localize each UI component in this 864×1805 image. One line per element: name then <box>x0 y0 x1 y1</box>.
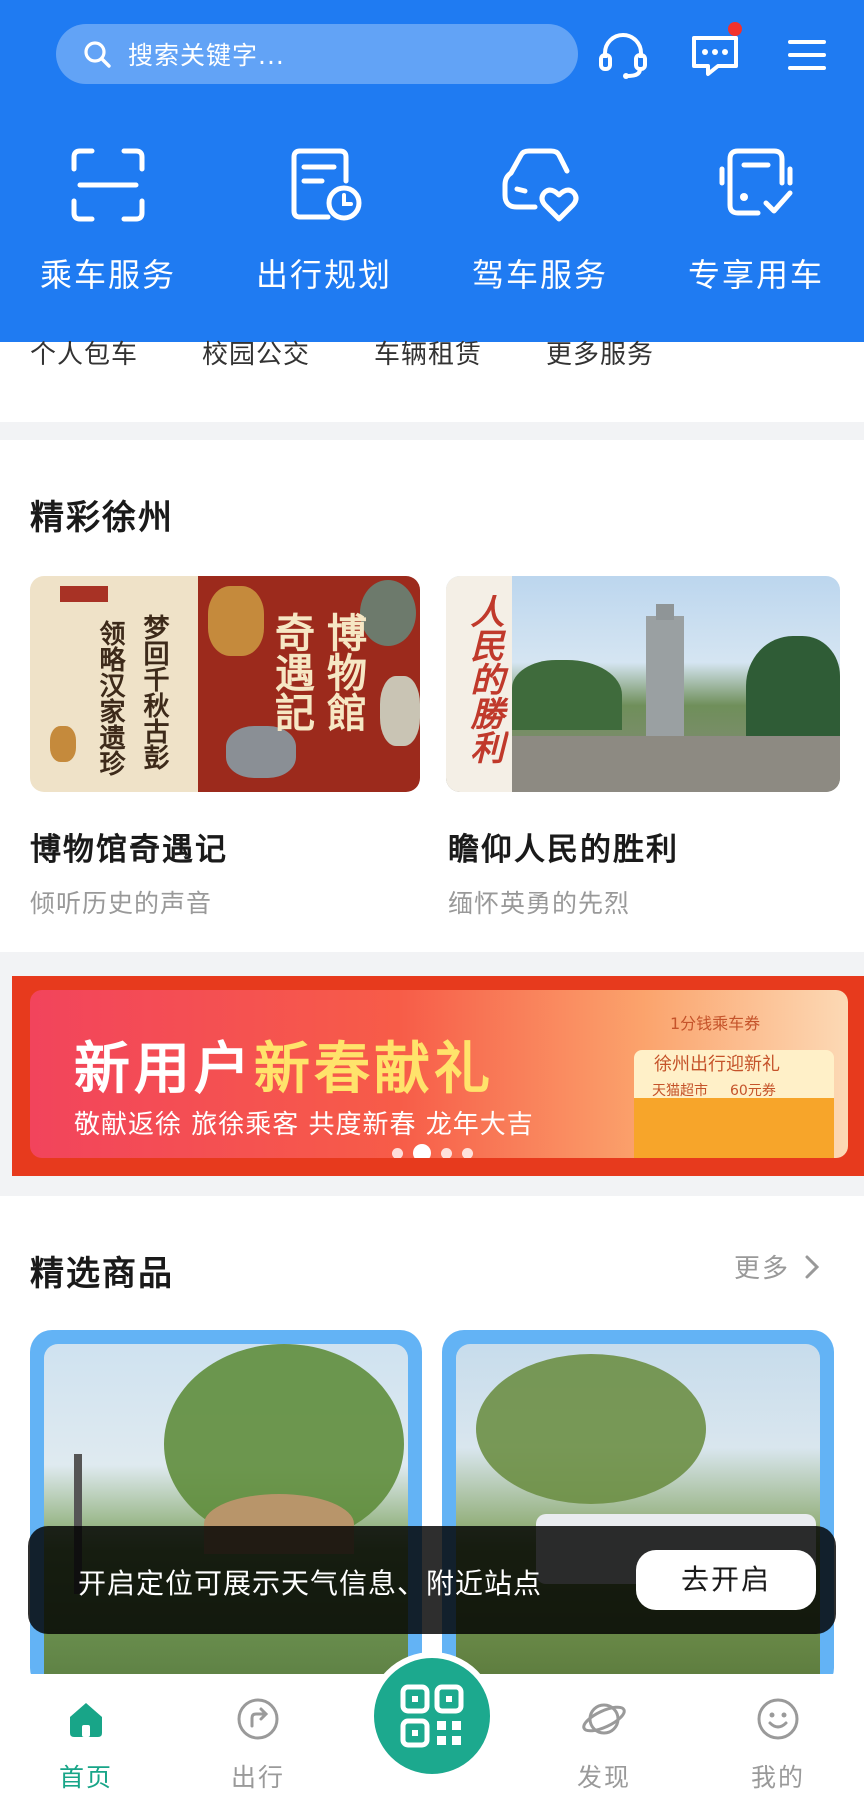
service-exclusive-label: 专享用车 <box>687 256 824 294</box>
sub-service-more[interactable]: 更多服务 <box>546 342 654 368</box>
sub-service-rental[interactable]: 车辆租赁 <box>374 342 482 368</box>
toast-message: 开启定位可展示天气信息、附近站点 <box>78 1567 543 1600</box>
stairs <box>512 736 840 792</box>
carousel-dot-active[interactable] <box>413 1144 431 1158</box>
product-card[interactable] <box>30 1330 422 1690</box>
products-more-label: 更多 <box>734 1254 791 1284</box>
coupon-line-3: 天猫超市 <box>652 1083 708 1099</box>
menu-button[interactable] <box>778 26 836 84</box>
service-ride-label: 乘车服务 <box>39 256 176 294</box>
message-icon <box>692 36 738 76</box>
museum-title-2: 奇遇記 <box>268 612 315 732</box>
stamp-label <box>60 586 108 602</box>
carousel-dot[interactable] <box>462 1147 473 1158</box>
service-ride[interactable]: 乘车服务 <box>0 140 216 296</box>
products-more-link[interactable]: 更多 <box>734 1248 820 1285</box>
headset-icon <box>599 33 647 79</box>
scan-icon <box>71 148 145 222</box>
header: 搜索关键字... 乘车服务 出行规划 驾车服务 专享用车 <box>0 0 864 342</box>
monument-card-image[interactable]: 人民的勝利 <box>446 576 840 792</box>
museum-caption-2: 领略汉家遗珍 <box>95 620 125 776</box>
coupon-line-4: 60元券 <box>730 1083 776 1099</box>
banner-headline: 新用户新春献礼 <box>74 1024 494 1105</box>
smile-icon <box>757 1698 799 1740</box>
planet-icon <box>582 1703 626 1735</box>
museum-card-image[interactable]: 梦回千秋古彭 领略汉家遗珍 博物館 奇遇記 <box>30 576 420 792</box>
monument-top <box>656 604 674 620</box>
tab-mine-label: 我的 <box>750 1763 805 1792</box>
qr-code-button[interactable] <box>368 1652 496 1780</box>
service-exclusive[interactable]: 专享用车 <box>648 140 864 296</box>
promo-banner-highlight: 新用户新春献礼 敬献返徐 旅徐乘客 共度新春 龙年大吉 1分钱乘车券 徐州出行迎… <box>12 976 864 1176</box>
banner-subline: 敬献返徐 旅徐乘客 共度新春 龙年大吉 <box>74 1110 534 1140</box>
customer-service-button[interactable] <box>594 26 652 84</box>
enable-location-button[interactable]: 去开启 <box>636 1550 816 1610</box>
service-grid: 乘车服务 出行规划 驾车服务 专享用车 <box>0 140 864 300</box>
silver-vessel <box>226 726 296 778</box>
sub-service-campus-bus[interactable]: 校园公交 <box>202 342 310 368</box>
product-card[interactable] <box>442 1330 834 1690</box>
product-image <box>456 1344 820 1690</box>
car-heart-icon <box>502 148 579 222</box>
coupon-line-2: 徐州出行迎新礼 <box>654 1054 780 1075</box>
tab-home-label: 首页 <box>58 1763 113 1792</box>
unread-dot <box>728 22 742 36</box>
tab-travel[interactable]: 出行 <box>198 1674 318 1794</box>
tab-discover[interactable]: 发现 <box>544 1674 664 1794</box>
tab-home[interactable]: 首页 <box>26 1674 146 1794</box>
service-plan[interactable]: 出行规划 <box>216 140 432 296</box>
tree-left <box>512 660 622 730</box>
artifact-figure <box>208 586 264 656</box>
promo-banner[interactable]: 新用户新春献礼 敬献返徐 旅徐乘客 共度新春 龙年大吉 1分钱乘车券 徐州出行迎… <box>30 990 848 1158</box>
product-image <box>44 1344 408 1690</box>
route-icon <box>237 1698 279 1740</box>
coupon-line-1: 1分钱乘车券 <box>670 1014 761 1033</box>
highlights-section: 精彩徐州 梦回千秋古彭 领略汉家遗珍 博物館 奇遇記 博物馆奇遇记 倾听历史的声… <box>0 440 864 952</box>
search-placeholder: 搜索关键字... <box>128 41 285 70</box>
tree-right <box>746 636 840 736</box>
museum-title-1: 博物館 <box>320 612 367 732</box>
search-icon <box>84 41 111 68</box>
carousel-dot[interactable] <box>441 1147 452 1158</box>
monument-card-subtitle: 缅怀英勇的先烈 <box>448 889 631 918</box>
museum-caption-1: 梦回千秋古彭 <box>139 614 169 770</box>
messages-button[interactable] <box>686 22 744 84</box>
carousel-dots <box>392 1144 473 1158</box>
monument-card-title[interactable]: 瞻仰人民的胜利 <box>448 824 679 869</box>
products-title: 精选商品 <box>30 1254 174 1294</box>
sub-service-row: 个人包车 校园公交 车辆租赁 更多服务 <box>0 342 864 422</box>
menu-icon <box>788 40 826 70</box>
highlights-title: 精彩徐州 <box>30 498 174 538</box>
chevron-right-icon <box>805 1255 820 1278</box>
location-toast: 开启定位可展示天气信息、附近站点 去开启 <box>28 1526 836 1634</box>
plan-icon <box>291 148 362 221</box>
carousel-dot[interactable] <box>392 1147 403 1158</box>
service-plan-label: 出行规划 <box>255 256 392 294</box>
service-drive[interactable]: 驾车服务 <box>432 140 648 296</box>
home-icon <box>70 1703 102 1737</box>
museum-card-subtitle: 倾听历史的声音 <box>30 889 213 918</box>
monument-tower <box>646 616 684 744</box>
bus-check-icon <box>719 148 793 216</box>
tab-travel-label: 出行 <box>230 1763 285 1792</box>
jade-dragon <box>380 676 420 746</box>
service-drive-label: 驾车服务 <box>471 256 608 294</box>
banner-headline-yellow: 新春献礼 <box>254 1037 494 1102</box>
qr-code-icon <box>400 1684 464 1748</box>
monument-calligraphy: 人民的勝利 <box>464 594 504 764</box>
tab-mine[interactable]: 我的 <box>718 1674 838 1794</box>
small-figure <box>50 726 76 762</box>
sub-service-charter[interactable]: 个人包车 <box>30 342 138 368</box>
gift-box <box>634 1098 834 1158</box>
search-bar[interactable]: 搜索关键字... <box>56 24 578 84</box>
banner-headline-white: 新用户 <box>74 1037 254 1102</box>
museum-card-title[interactable]: 博物馆奇遇记 <box>30 824 228 869</box>
tab-discover-label: 发现 <box>576 1763 631 1792</box>
